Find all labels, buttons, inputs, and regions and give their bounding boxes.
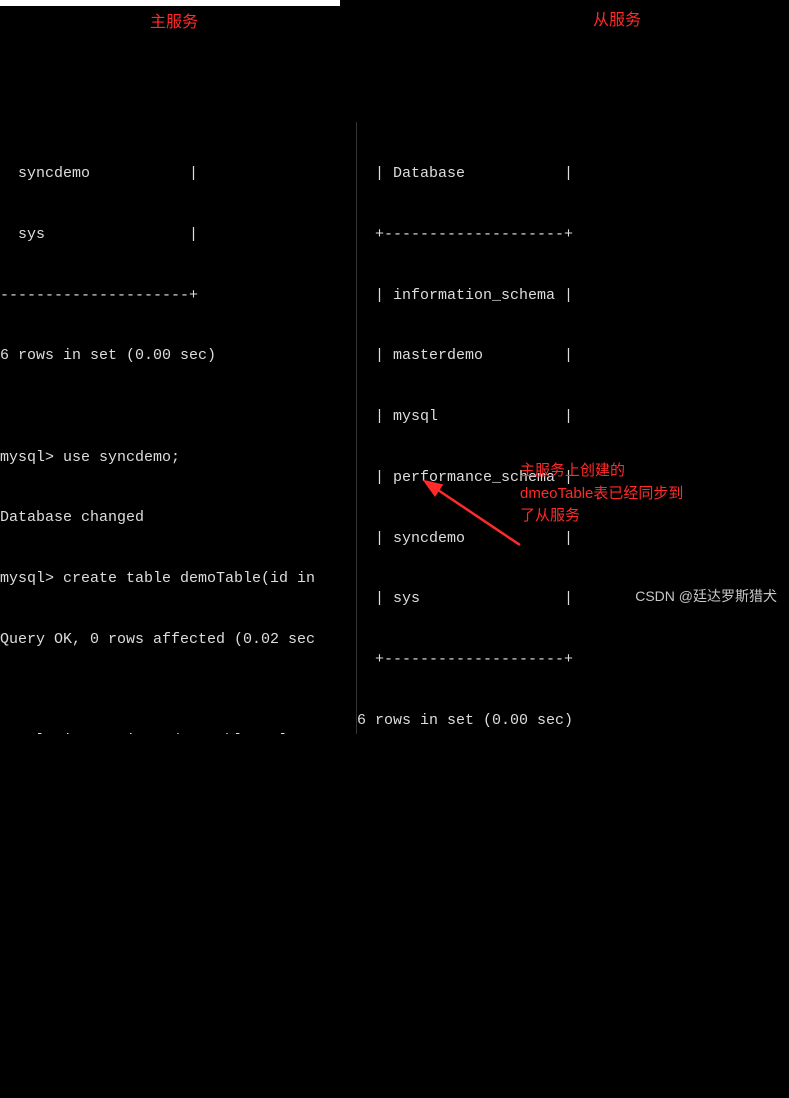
watermark: CSDN @廷达罗斯猎犬 [635, 587, 777, 606]
slave-label: 从服务 [593, 10, 641, 32]
term-line: 6 rows in set (0.00 sec) [357, 711, 789, 731]
term-line: +--------------------+ [357, 650, 789, 670]
term-line: +--------------------+ [357, 225, 789, 245]
term-line: | Database | [357, 164, 789, 184]
term-line: mysql> create table demoTable(id in [0, 569, 356, 589]
term-line: mysql> insert into demoTable value [0, 731, 356, 734]
term-line: | mysql | [357, 407, 789, 427]
master-terminal[interactable]: syncdemo | sys | ---------------------+ … [0, 122, 357, 734]
terminal-split: syncdemo | sys | ---------------------+ … [0, 122, 789, 734]
window-top-strip [0, 0, 340, 6]
term-line: 6 rows in set (0.00 sec) [0, 346, 356, 366]
term-line: Query OK, 0 rows affected (0.02 sec [0, 630, 356, 650]
term-line: syncdemo | [0, 164, 356, 184]
term-line: sys | [0, 225, 356, 245]
sync-annotation: 主服务上创建的 dmeoTable表已经同步到 了从服务 [520, 460, 720, 528]
term-line: mysql> use syncdemo; [0, 448, 356, 468]
annotation-line: dmeoTable表已经同步到 [520, 483, 720, 506]
term-line: ---------------------+ [0, 286, 356, 306]
term-line: | information_schema | [357, 286, 789, 306]
slave-terminal[interactable]: | Database | +--------------------+ | in… [357, 122, 789, 734]
master-label: 主服务 [150, 12, 198, 34]
annotation-line: 主服务上创建的 [520, 460, 720, 483]
term-line: Database changed [0, 508, 356, 528]
annotation-line: 了从服务 [520, 505, 720, 528]
term-line: | masterdemo | [357, 346, 789, 366]
term-line: | syncdemo | [357, 529, 789, 549]
